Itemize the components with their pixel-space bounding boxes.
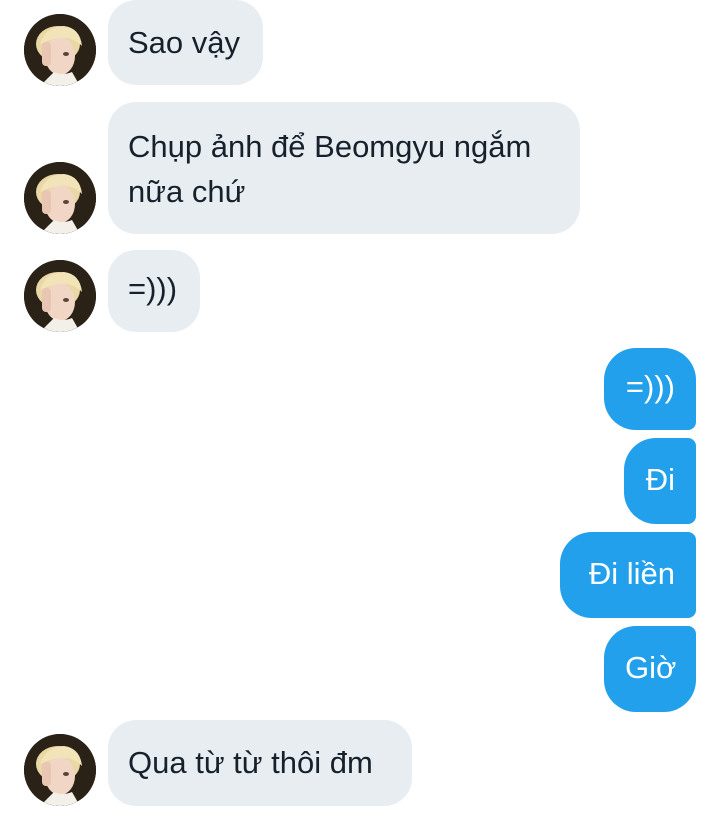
- message-text: Đi liền: [588, 556, 675, 591]
- message-text: Sao vậy: [128, 25, 241, 60]
- message-text: =))): [625, 369, 675, 404]
- incoming-message-bubble[interactable]: Sao vậy: [108, 0, 263, 85]
- outgoing-message-bubble[interactable]: Đi liền: [560, 532, 696, 618]
- contact-avatar[interactable]: [24, 260, 96, 332]
- contact-avatar[interactable]: [24, 734, 96, 806]
- contact-avatar[interactable]: [24, 162, 96, 234]
- outgoing-message-bubble[interactable]: Đi: [624, 438, 696, 524]
- outgoing-message-bubble[interactable]: Giờ: [604, 626, 696, 712]
- message-text: Chụp ảnh để Beomgyu ngắm nữa chứ: [128, 129, 532, 209]
- incoming-message-bubble[interactable]: Qua từ từ thôi đm: [108, 720, 412, 806]
- chat-thread: Sao vậy Chụp ảnh để Beomgyu ngắm nữa chứ…: [0, 0, 720, 818]
- message-text: Đi: [645, 462, 675, 497]
- message-text: =))): [128, 271, 178, 306]
- outgoing-message-bubble[interactable]: =))): [604, 348, 696, 430]
- message-text: Giờ: [625, 650, 677, 685]
- incoming-message-bubble[interactable]: =))): [108, 250, 200, 332]
- incoming-message-bubble[interactable]: Chụp ảnh để Beomgyu ngắm nữa chứ: [108, 102, 580, 234]
- message-text: Qua từ từ thôi đm: [128, 745, 373, 780]
- contact-avatar[interactable]: [24, 14, 96, 86]
